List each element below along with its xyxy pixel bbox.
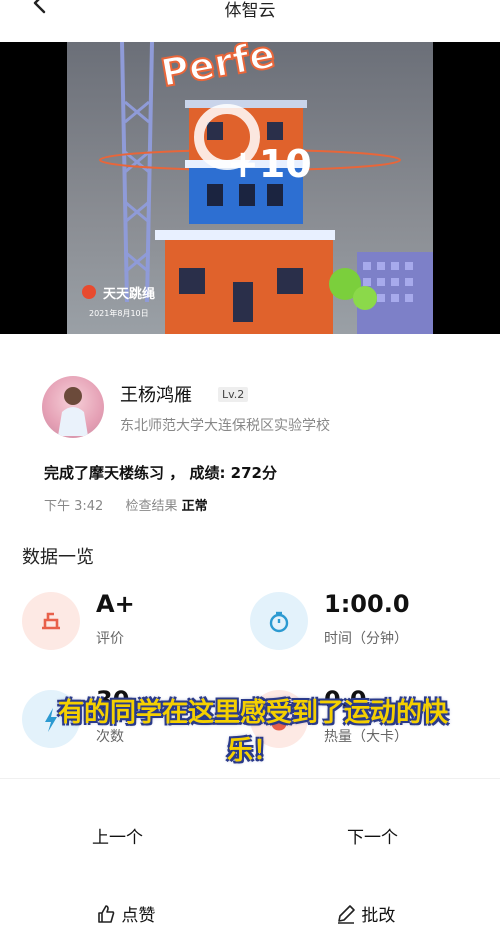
video-frame: Perfe +10 天天跳绳 2021年8月10日: [67, 42, 433, 334]
video-subtitle: 有的同学在这里感受到了运动的快乐！: [57, 698, 448, 766]
review-button[interactable]: 批改: [336, 901, 395, 926]
activity-result: 完成了摩天楼练习 ， 成绩: 272分: [44, 464, 277, 482]
stat-value-time: 1:00.0: [324, 590, 410, 618]
stat-icon-time: [250, 592, 308, 650]
level-badge: Lv.2: [218, 387, 249, 402]
section-title: 数据一览: [22, 547, 94, 568]
score-popup: +10: [227, 142, 312, 186]
user-photo: [58, 387, 88, 436]
stat-value-rating: A+: [96, 590, 135, 618]
prev-button[interactable]: 上一个: [92, 823, 143, 848]
avatar[interactable]: [42, 376, 104, 438]
check-label: 检查结果: [125, 499, 178, 514]
bottom-bar: 上一个 下一个 点赞 批改: [0, 778, 500, 926]
stat-icon-rating: [22, 592, 80, 650]
check-value: 正常: [181, 499, 208, 514]
activity-meta: 下午 3:42 检查结果 正常: [44, 495, 208, 514]
page-title: 体智云: [224, 1, 276, 21]
like-button[interactable]: 点赞: [96, 901, 155, 926]
date-stamp: 2021年8月10日: [89, 308, 149, 318]
stat-label-rating: 评价: [96, 631, 124, 647]
top-bar: 体智云: [0, 0, 500, 42]
review-label: 批改: [361, 906, 396, 926]
video-player[interactable]: Perfe +10 天天跳绳 2021年8月10日: [0, 42, 500, 334]
next-button[interactable]: 下一个: [347, 823, 398, 848]
thumbs-up-icon: [98, 905, 115, 923]
pencil-icon: [338, 905, 355, 924]
podium-icon: [42, 612, 60, 630]
perfect-banner: Perfe: [158, 42, 279, 95]
activity-time: 下午 3:42: [44, 499, 104, 514]
stopwatch-icon: [269, 611, 289, 633]
like-label: 点赞: [121, 906, 156, 926]
school-name: 东北师范大学大连保税区实验学校: [120, 418, 330, 434]
app-brand: 天天跳绳: [103, 286, 155, 302]
user-name: 王杨鸿雁: [120, 385, 192, 406]
stat-label-time: 时间（分钟）: [324, 631, 408, 647]
game-scene: Perfe +10 天天跳绳 2021年8月10日: [82, 42, 433, 334]
